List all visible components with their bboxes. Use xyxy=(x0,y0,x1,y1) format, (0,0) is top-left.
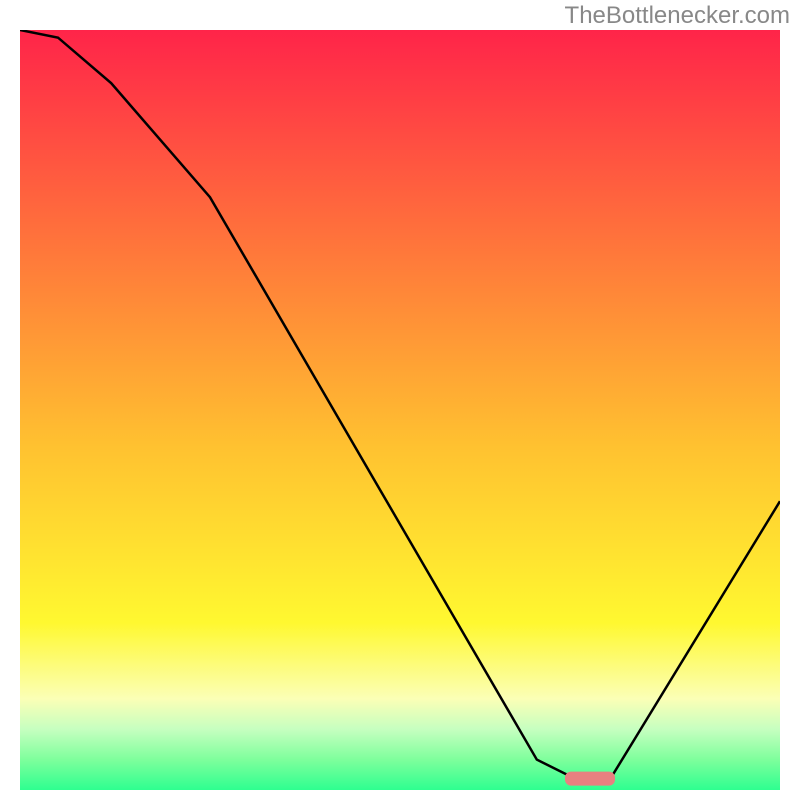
chart-container xyxy=(20,30,780,790)
optimal-marker xyxy=(565,772,615,786)
chart-plot xyxy=(20,30,780,790)
bottleneck-line xyxy=(20,30,780,775)
watermark-text: TheBottlenecker.com xyxy=(565,2,790,30)
